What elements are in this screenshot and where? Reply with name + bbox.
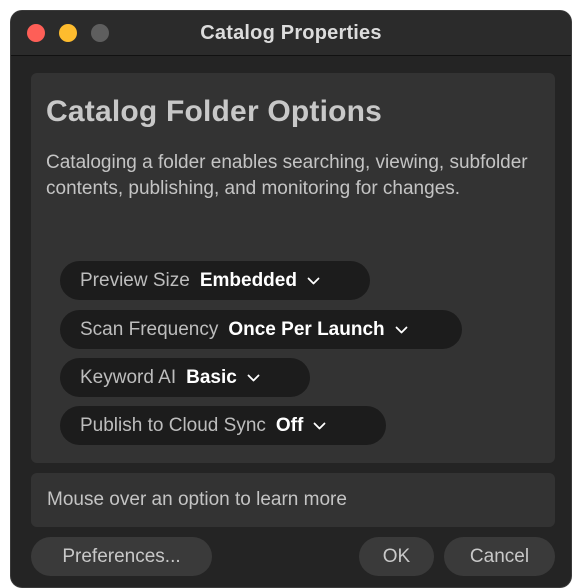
option-help-text: Mouse over an option to learn more: [47, 489, 347, 510]
keyword-ai-value: Basic: [186, 366, 237, 388]
chevron-down-icon: [307, 277, 320, 284]
chevron-down-icon: [247, 374, 260, 381]
catalog-options-panel: Catalog Folder Options Cataloging a fold…: [31, 73, 555, 463]
publish-cloud-sync-dropdown[interactable]: Publish to Cloud Sync Off: [60, 406, 386, 445]
ok-button[interactable]: OK: [359, 537, 434, 576]
catalog-properties-window: Catalog Properties Catalog Folder Option…: [11, 11, 571, 587]
panel-heading: Catalog Folder Options: [46, 95, 383, 128]
preview-size-dropdown[interactable]: Preview Size Embedded: [60, 261, 370, 300]
chevron-down-icon: [313, 422, 326, 429]
keyword-ai-dropdown[interactable]: Keyword AI Basic: [60, 358, 310, 397]
publish-cloud-sync-value: Off: [275, 414, 304, 436]
title-bar[interactable]: Catalog Properties: [11, 11, 571, 56]
panel-description: Cataloging a folder enables searching, v…: [46, 152, 528, 199]
scan-frequency-label: Scan Frequency: [80, 318, 219, 340]
keyword-ai-label: Keyword AI: [80, 366, 177, 388]
preferences-button[interactable]: Preferences...: [31, 537, 212, 576]
publish-cloud-sync-label: Publish to Cloud Sync: [80, 414, 266, 436]
preview-size-label: Preview Size: [80, 269, 190, 291]
scan-frequency-dropdown[interactable]: Scan Frequency Once Per Launch: [60, 310, 462, 349]
window-title: Catalog Properties: [200, 22, 382, 44]
chevron-down-icon: [395, 326, 408, 333]
option-help-box: Mouse over an option to learn more: [31, 473, 555, 527]
cancel-button[interactable]: Cancel: [444, 537, 555, 576]
scan-frequency-value: Once Per Launch: [228, 318, 385, 340]
preview-size-value: Embedded: [199, 269, 297, 291]
